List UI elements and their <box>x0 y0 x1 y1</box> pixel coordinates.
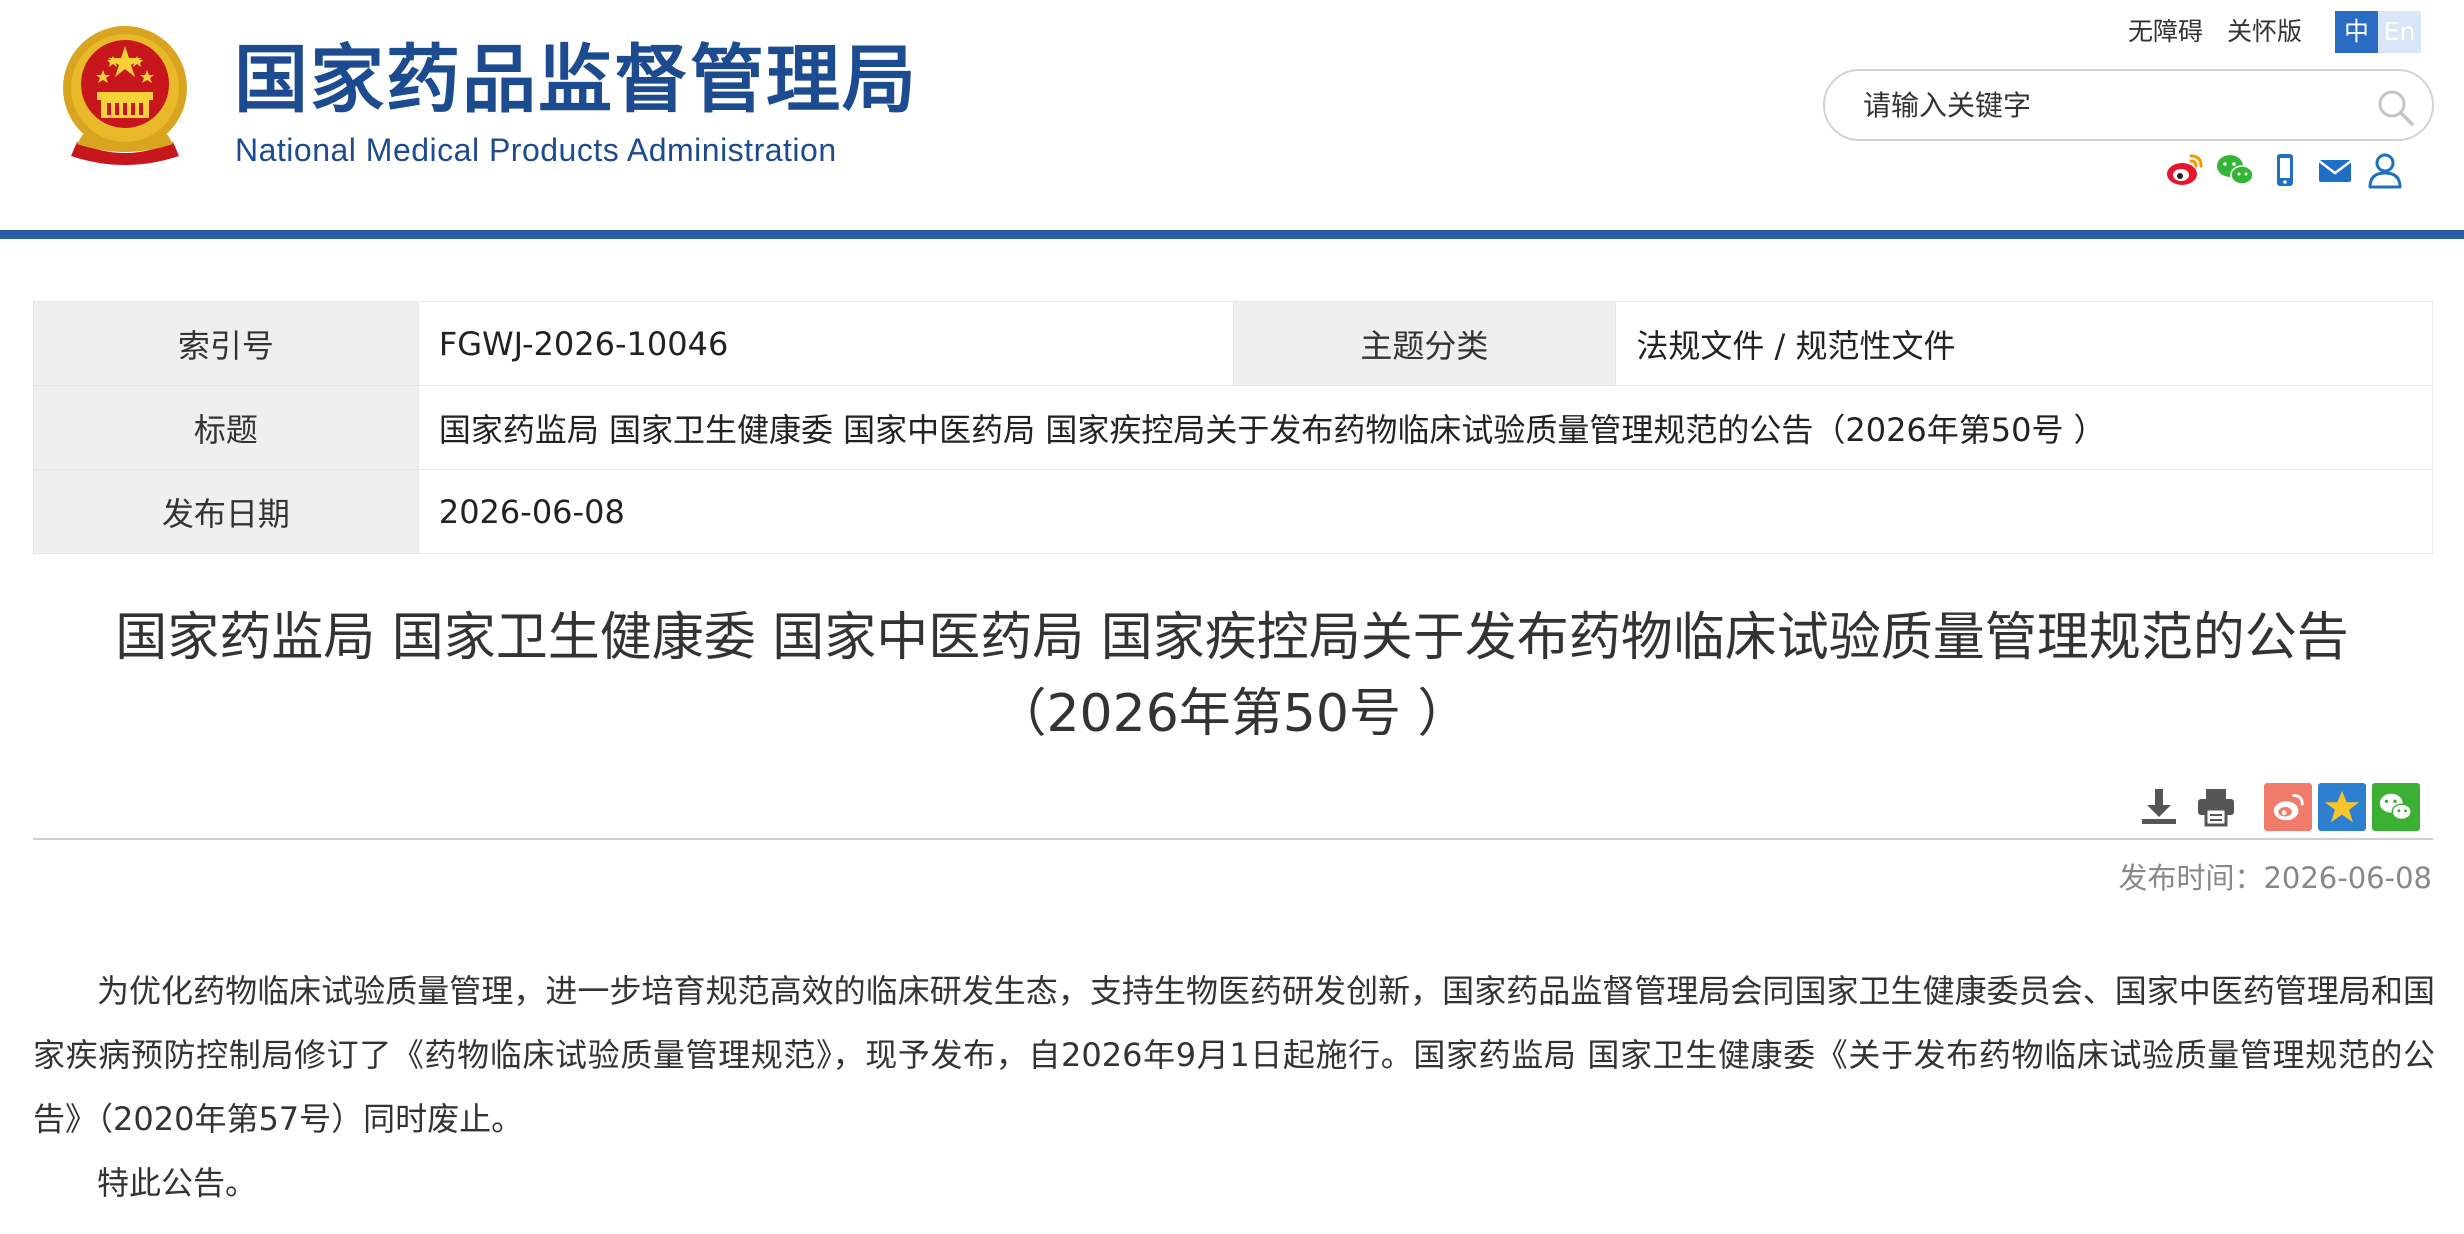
search-input[interactable] <box>1863 85 2343 125</box>
accessibility-link[interactable]: 无障碍 <box>2128 14 2203 50</box>
site-header: 国家药品监督管理局 National Medical Products Admi… <box>0 0 2464 231</box>
site-title-en[interactable]: National Medical Products Administration <box>235 128 837 172</box>
search-icon[interactable] <box>2375 87 2415 127</box>
info-row-index: 索引号 FGWJ-2026-10046 主题分类 法规文件 / 规范性文件 <box>33 301 2433 386</box>
search-box <box>1823 69 2434 141</box>
index-label: 索引号 <box>33 301 419 386</box>
weibo-icon[interactable] <box>2165 150 2205 190</box>
lang-zh-button[interactable]: 中 <box>2335 11 2378 53</box>
mobile-icon[interactable] <box>2265 150 2305 190</box>
date-value: 2026-06-08 <box>417 469 2434 554</box>
article-tools <box>2137 783 2420 831</box>
article-paragraph-1: 为优化药物临床试验质量管理，进一步培育规范高效的临床研发生态，支持生物医药研发创… <box>33 972 2435 1138</box>
title-label: 标题 <box>33 385 419 470</box>
document-info-table: 索引号 FGWJ-2026-10046 主题分类 法规文件 / 规范性文件 标题… <box>33 301 2434 554</box>
article-title-line-1: 国家药监局 国家卫生健康委 国家中医药局 国家疾控局关于发布药物临床试验质量管理… <box>115 608 2349 668</box>
header-divider-bar <box>0 230 2464 239</box>
user-icon[interactable] <box>2365 150 2405 190</box>
info-row-title: 标题 国家药监局 国家卫生健康委 国家中医药局 国家疾控局关于发布药物临床试验质… <box>33 385 2434 470</box>
print-icon[interactable] <box>2194 785 2238 829</box>
social-links <box>2165 150 2405 190</box>
index-value: FGWJ-2026-10046 <box>417 301 1234 386</box>
language-switch: 中 En <box>2335 11 2421 53</box>
date-label: 发布日期 <box>33 469 419 554</box>
publish-time: 发布时间：2026-06-08 <box>2118 861 2432 895</box>
article-paragraph-2: 特此公告。 <box>97 1164 258 1202</box>
national-emblem-logo[interactable] <box>57 24 193 172</box>
title-value: 国家药监局 国家卫生健康委 国家中医药局 国家疾控局关于发布药物临床试验质量管理… <box>417 385 2434 470</box>
download-icon[interactable] <box>2137 785 2181 829</box>
article-title-line-2: （2026年第50号 ） <box>994 684 1470 744</box>
info-row-date: 发布日期 2026-06-08 <box>33 469 2434 554</box>
category-value: 法规文件 / 规范性文件 <box>1615 301 2433 386</box>
article-body: 为优化药物临床试验质量管理，进一步培育规范高效的临床研发生态，支持生物医药研发创… <box>33 959 2435 1215</box>
wechat-icon[interactable] <box>2215 150 2255 190</box>
lang-en-button[interactable]: En <box>2378 11 2421 53</box>
top-links: 无障碍 关怀版 <box>2128 14 2318 50</box>
article-title: 国家药监局 国家卫生健康委 国家中医药局 国家疾控局关于发布药物临床试验质量管理… <box>60 600 2404 752</box>
mail-icon[interactable] <box>2315 150 2355 190</box>
site-title-cn[interactable]: 国家药品监督管理局 <box>234 28 918 132</box>
weibo-share-icon[interactable] <box>2264 783 2312 831</box>
favorite-star-icon[interactable] <box>2318 783 2366 831</box>
category-label: 主题分类 <box>1232 301 1617 386</box>
care-mode-link[interactable]: 关怀版 <box>2227 14 2302 50</box>
content-divider <box>33 838 2433 840</box>
wechat-share-icon[interactable] <box>2372 783 2420 831</box>
